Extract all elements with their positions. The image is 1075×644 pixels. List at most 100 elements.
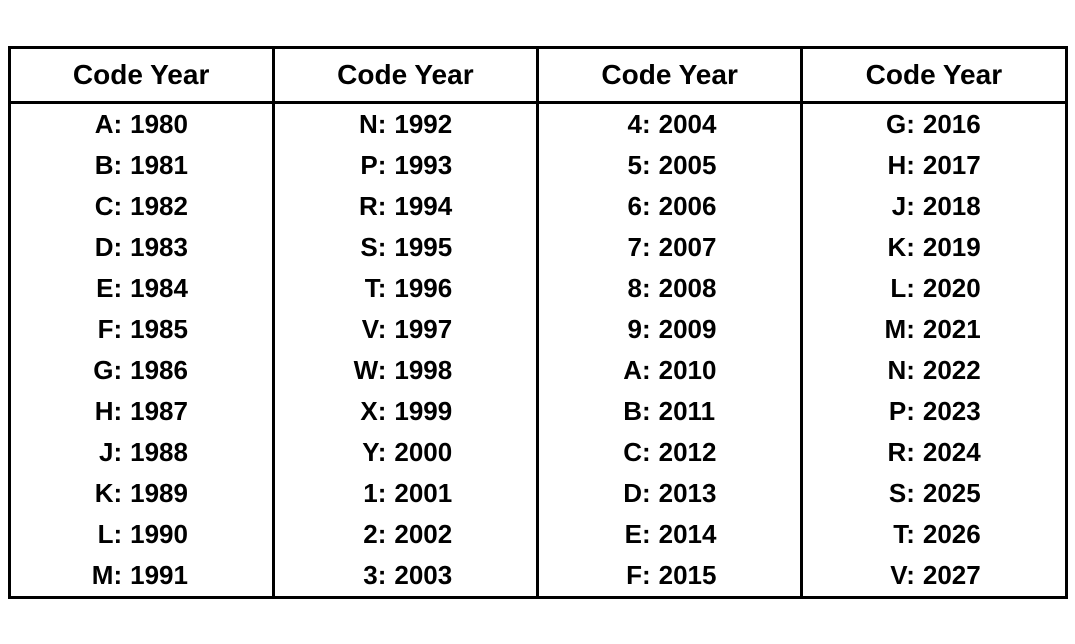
year-cell: 2026 — [923, 519, 1003, 550]
code-cell: P: — [336, 150, 386, 181]
table-row: E:2014 — [539, 514, 800, 555]
code-cell: G: — [865, 109, 915, 140]
table-row: B: 2011 — [539, 391, 800, 432]
code-cell: F: — [72, 314, 122, 345]
column-header-0: Code Year — [11, 49, 272, 104]
code-cell: V: — [865, 560, 915, 591]
column-header-2: Code Year — [539, 49, 800, 104]
year-cell: 2002 — [394, 519, 474, 550]
code-cell: M: — [865, 314, 915, 345]
table-row: E:1984 — [11, 268, 272, 309]
code-cell: W: — [336, 355, 386, 386]
column-2: Code Year4:20045:20056:20067:20078:20089… — [539, 49, 803, 596]
table-row: 1: 2001 — [275, 473, 536, 514]
year-cell: 2013 — [659, 478, 739, 509]
code-cell: 2: — [336, 519, 386, 550]
year-cell: 1983 — [130, 232, 210, 263]
code-cell: D: — [72, 232, 122, 263]
table-row: P:2023 — [803, 391, 1064, 432]
code-cell: J: — [72, 437, 122, 468]
year-cell: 2024 — [923, 437, 1003, 468]
year-cell: 1980 — [130, 109, 210, 140]
table-row: G:1986 — [11, 350, 272, 391]
year-cell: 2016 — [923, 109, 1003, 140]
code-cell: F: — [601, 560, 651, 591]
table-row: T:1996 — [275, 268, 536, 309]
year-cell: 2012 — [659, 437, 739, 468]
year-cell: 2021 — [923, 314, 1003, 345]
code-cell: C: — [601, 437, 651, 468]
code-cell: E: — [72, 273, 122, 304]
year-cell: 2018 — [923, 191, 1003, 222]
year-cell: 2019 — [923, 232, 1003, 263]
column-header-3: Code Year — [803, 49, 1064, 104]
column-rows-0: A:1980B:1981C:1982D:1983E:1984F:1985G:19… — [11, 104, 272, 596]
year-cell: 2022 — [923, 355, 1003, 386]
year-cell: 1999 — [394, 396, 474, 427]
code-cell: N: — [336, 109, 386, 140]
code-cell: 9: — [601, 314, 651, 345]
year-cell: 2017 — [923, 150, 1003, 181]
year-cell: 2011 — [659, 396, 739, 427]
table-row: H: 2017 — [803, 145, 1064, 186]
year-cell: 2004 — [659, 109, 739, 140]
table-row: R: 1994 — [275, 186, 536, 227]
code-cell: L: — [865, 273, 915, 304]
year-cell: 2023 — [923, 396, 1003, 427]
year-cell: 2000 — [394, 437, 474, 468]
table-row: T: 2026 — [803, 514, 1064, 555]
table-row: F: 1985 — [11, 309, 272, 350]
year-cell: 1986 — [130, 355, 210, 386]
code-cell: 3: — [336, 560, 386, 591]
code-cell: H: — [865, 150, 915, 181]
year-cell: 2003 — [394, 560, 474, 591]
code-cell: 1: — [336, 478, 386, 509]
table-row: Y:2000 — [275, 432, 536, 473]
code-cell: K: — [72, 478, 122, 509]
column-rows-2: 4:20045:20056:20067:20078:20089:2009A:20… — [539, 104, 800, 596]
year-cell: 1985 — [130, 314, 210, 345]
table-row: 8:2008 — [539, 268, 800, 309]
column-rows-3: G: 2016 H: 2017 J:2018K:2019 L: 2020 M: 2021 N: 20… — [803, 104, 1064, 596]
table-row: A: 1980 — [11, 104, 272, 145]
table-row: S:2025 — [803, 473, 1064, 514]
year-cell: 2020 — [923, 273, 1003, 304]
code-cell: C: — [72, 191, 122, 222]
table-row: A:2010 — [539, 350, 800, 391]
table-row: B:1981 — [11, 145, 272, 186]
year-cell: 2015 — [659, 560, 739, 591]
code-cell: L: — [72, 519, 122, 550]
table-row: D: 1983 — [11, 227, 272, 268]
table-row: N: 2022 — [803, 350, 1064, 391]
table-row: K:1989 — [11, 473, 272, 514]
table-row: 3: 2003 — [275, 555, 536, 596]
year-cell: 2009 — [659, 314, 739, 345]
code-cell: R: — [336, 191, 386, 222]
code-cell: N: — [865, 355, 915, 386]
table-row: L:1990 — [11, 514, 272, 555]
code-cell: B: — [601, 396, 651, 427]
table-row: 9: 2009 — [539, 309, 800, 350]
code-cell: S: — [865, 478, 915, 509]
code-cell: 5: — [601, 150, 651, 181]
code-cell: T: — [865, 519, 915, 550]
table-row: P:1993 — [275, 145, 536, 186]
year-cell: 2008 — [659, 273, 739, 304]
table-row: 5:2005 — [539, 145, 800, 186]
table-row: V:1997 — [275, 309, 536, 350]
code-cell: A: — [72, 109, 122, 140]
column-1: Code YearN:1992P:1993R:1994S:1995T:1996V… — [275, 49, 539, 596]
code-cell: H: — [72, 396, 122, 427]
table-row: G: 2016 — [803, 104, 1064, 145]
year-cell: 1991 — [130, 560, 210, 591]
column-rows-1: N:1992P:1993R:1994S:1995T:1996V:1997W:19… — [275, 104, 536, 596]
table-row: J:2018 — [803, 186, 1064, 227]
year-cell: 1995 — [394, 232, 474, 263]
table-row: J:1988 — [11, 432, 272, 473]
year-cell: 1997 — [394, 314, 474, 345]
year-cell: 2014 — [659, 519, 739, 550]
year-cell: 1994 — [394, 191, 474, 222]
table-row: K:2019 — [803, 227, 1064, 268]
table-row: H:1987 — [11, 391, 272, 432]
year-cell: 2001 — [394, 478, 474, 509]
